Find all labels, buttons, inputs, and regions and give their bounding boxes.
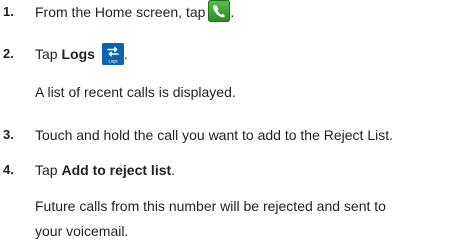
logs-icon: Logs [101,43,124,66]
add-to-reject-list-label: Add to reject list [61,162,172,178]
instructions-document: 1. From the Home screen, tap . 2. Tap Lo… [0,0,461,244]
step-4: 4. Tap Add to reject list. [0,160,461,180]
step-3-text: Touch and hold the call you want to add … [35,127,394,143]
step-number: 4. [3,162,14,177]
step-number: 3. [3,127,14,142]
step-number: 1. [3,4,14,19]
step-4-prefix: Tap [35,162,62,178]
step-text: Tap Logs Logs . [35,43,128,66]
step-3: 3. Touch and hold the call you want to a… [0,125,461,145]
step-4-note-line-1: Future calls from this number will be re… [35,198,386,214]
step-text: From the Home screen, tap . [35,0,235,24]
logs-label: Logs [61,46,95,62]
step-text: Tap Add to reject list. [35,160,175,180]
step-4-note-line-2: your voicemail. [35,223,129,239]
step-1-text: From the Home screen, tap [35,4,206,20]
step-2-prefix: Tap [35,46,62,62]
step-1: 1. From the Home screen, tap . [0,0,461,24]
step-2-note: A list of recent calls is displayed. [35,84,236,100]
logs-icon-caption: Logs [108,59,117,64]
step-2-after: . [123,46,128,62]
step-1-after: . [230,4,235,20]
phone-icon [208,0,231,23]
step-4-after: . [171,162,176,178]
step-number: 2. [3,46,14,61]
step-2: 2. Tap Logs Logs . [0,43,461,66]
